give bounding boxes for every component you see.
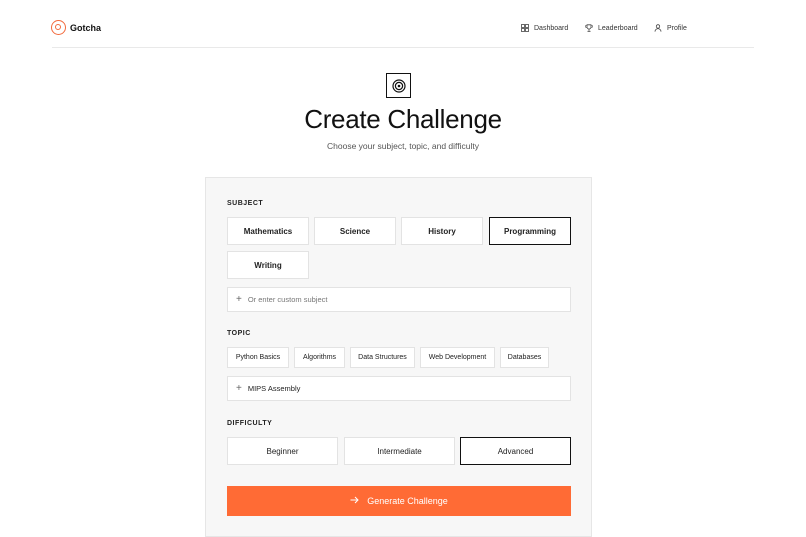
custom-subject-field[interactable]: + — [227, 287, 571, 312]
subject-option-mathematics[interactable]: Mathematics — [227, 217, 309, 245]
nav-dashboard-label: Dashboard — [534, 24, 569, 32]
custom-subject-input[interactable] — [247, 295, 548, 304]
target-logo-icon — [51, 20, 66, 35]
topic-chip-python-basics[interactable]: Python Basics — [227, 347, 289, 368]
difficulty-option-intermediate[interactable]: Intermediate — [344, 437, 455, 465]
topic-label: TOPIC — [227, 330, 251, 337]
nav-leaderboard[interactable]: Leaderboard — [585, 24, 638, 32]
generate-challenge-label: Generate Challenge — [367, 496, 448, 506]
topic-chip-data-structures[interactable]: Data Structures — [350, 347, 415, 368]
nav-profile[interactable]: Profile — [654, 24, 687, 32]
plus-icon: + — [236, 382, 242, 394]
grid-icon — [521, 24, 529, 32]
page-subtitle: Choose your subject, topic, and difficul… — [327, 141, 479, 151]
target-icon — [386, 73, 411, 98]
subject-option-programming[interactable]: Programming — [489, 217, 571, 245]
difficulty-label: DIFFICULTY — [227, 420, 273, 427]
brand[interactable]: Gotcha — [51, 20, 101, 35]
custom-topic-value[interactable]: MIPS Assembly — [248, 384, 301, 393]
top-header — [52, 0, 754, 48]
nav-dashboard[interactable]: Dashboard — [521, 24, 568, 32]
nav-leaderboard-label: Leaderboard — [598, 24, 638, 32]
page-title: Create Challenge — [304, 104, 502, 134]
trophy-icon — [585, 24, 593, 32]
difficulty-option-advanced[interactable]: Advanced — [460, 437, 571, 465]
topic-chip-web-development[interactable]: Web Development — [420, 347, 495, 368]
challenge-form-card: SUBJECT Mathematics Science History Prog… — [205, 177, 592, 537]
custom-topic-field[interactable]: + MIPS Assembly — [227, 376, 571, 401]
nav-profile-label: Profile — [667, 24, 687, 32]
plus-icon: + — [236, 293, 242, 305]
user-icon — [654, 24, 662, 32]
generate-challenge-button[interactable]: Generate Challenge — [227, 486, 571, 516]
brand-name: Gotcha — [70, 22, 102, 33]
topic-chip-algorithms[interactable]: Algorithms — [294, 347, 345, 368]
difficulty-option-beginner[interactable]: Beginner — [227, 437, 338, 465]
subject-option-writing[interactable]: Writing — [227, 251, 309, 279]
arrow-right-icon — [350, 496, 359, 506]
subject-label: SUBJECT — [227, 200, 264, 207]
subject-option-science[interactable]: Science — [314, 217, 396, 245]
topic-chip-databases[interactable]: Databases — [500, 347, 549, 368]
subject-option-history[interactable]: History — [401, 217, 483, 245]
